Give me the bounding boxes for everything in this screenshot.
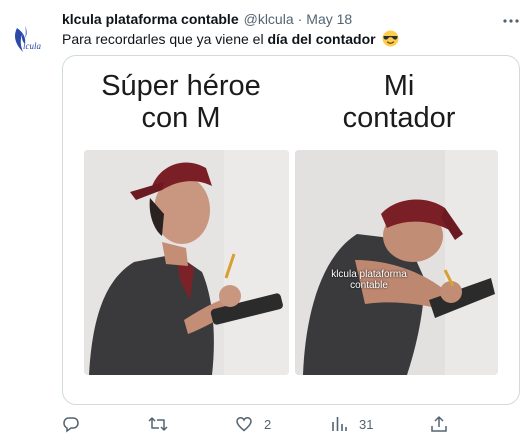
- tweet-text-before: Para recordarles que ya viene el: [62, 31, 268, 47]
- author-name[interactable]: klcula plataforma contable: [62, 11, 239, 27]
- views-chart-icon: [332, 417, 347, 431]
- meme-panel-right: [295, 150, 498, 375]
- retweet-button[interactable]: [148, 414, 179, 434]
- panel-divider: [291, 150, 293, 375]
- avatar[interactable]: lcula: [10, 14, 54, 58]
- reply-icon: [63, 417, 79, 433]
- share-icon: [431, 416, 447, 432]
- tweet-header: klcula plataforma contable @klcula · May…: [62, 9, 515, 29]
- student-writing-illustration: [295, 150, 498, 375]
- separator-dot: ·: [297, 11, 303, 27]
- views-button[interactable]: 31: [330, 414, 373, 434]
- like-count: 2: [264, 416, 272, 432]
- meme-panel-left: [84, 150, 289, 375]
- action-bar: 2 31: [62, 414, 452, 434]
- tweet-date[interactable]: May 18: [306, 11, 352, 27]
- meme-image[interactable]: Súper héroe con M Mi contador klcula pla…: [62, 55, 520, 405]
- more-icon: [503, 19, 519, 23]
- like-button[interactable]: 2: [235, 414, 271, 434]
- author-handle[interactable]: @klcula: [244, 11, 294, 27]
- heart-icon: [236, 417, 252, 432]
- meme-caption-left: Súper héroe con M: [101, 70, 261, 134]
- sunglasses-emoji-icon: [382, 30, 399, 47]
- share-button[interactable]: [430, 414, 448, 434]
- meme-overlay-text: klcula plataforma contable: [331, 269, 407, 291]
- retweet-icon: [148, 417, 168, 431]
- avatar-text: lcula: [23, 41, 41, 51]
- tweet-text: Para recordarles que ya viene el día del…: [62, 30, 519, 48]
- views-count: 31: [359, 416, 374, 432]
- tweet-text-bold: día del contador: [267, 31, 376, 47]
- reply-button[interactable]: [62, 414, 91, 434]
- student-looking-up-illustration: [84, 150, 289, 375]
- meme-caption-right: Mi contador: [342, 70, 456, 134]
